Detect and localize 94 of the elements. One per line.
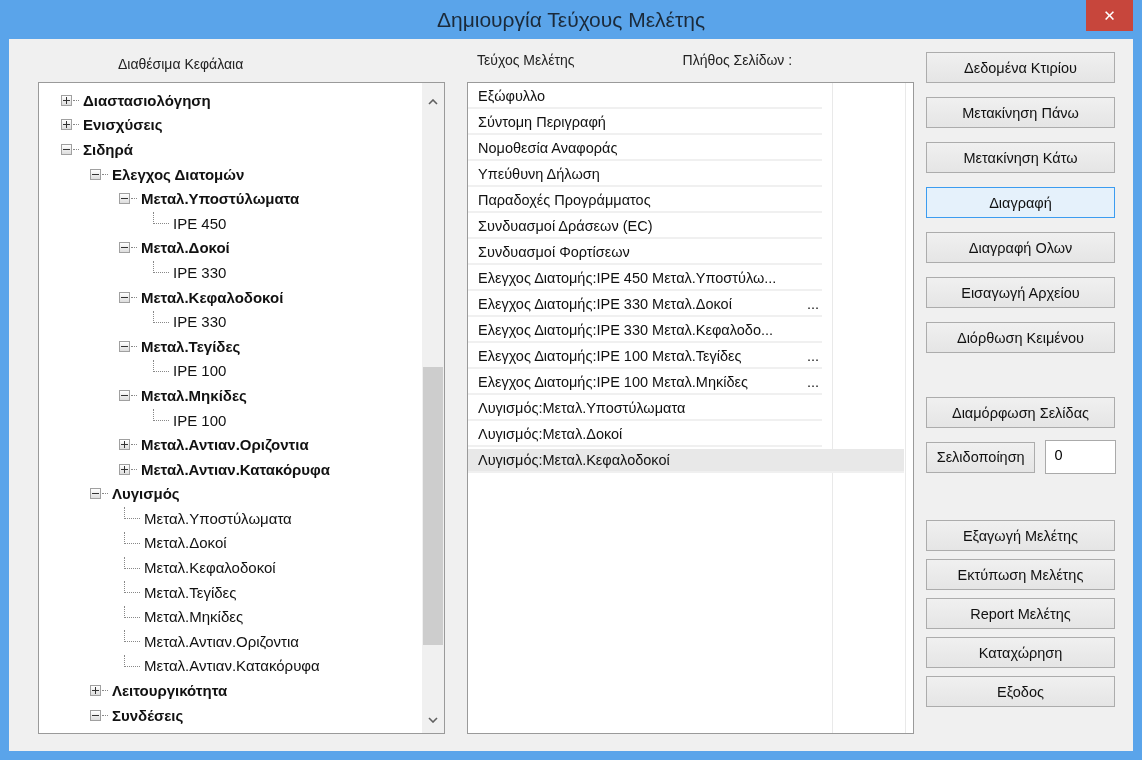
- collapse-icon[interactable]: [119, 193, 130, 205]
- vertical-scrollbar[interactable]: [422, 83, 444, 733]
- tree-item[interactable]: Μεταλ.Μηκίδες: [141, 386, 247, 404]
- button[interactable]: Καταχώρηση: [926, 637, 1115, 668]
- page-number-field[interactable]: 0: [1045, 440, 1116, 474]
- tree-item[interactable]: Ελεγχος Διατομών: [112, 165, 245, 183]
- list-row[interactable]: Λυγισμός:Μεταλ.Υποστύλωματα: [468, 397, 822, 421]
- ellipsis-text: ...: [807, 374, 820, 390]
- expand-icon[interactable]: [119, 463, 130, 475]
- button[interactable]: Διόρθωση Κειμένου: [926, 322, 1115, 353]
- close-button[interactable]: ✕: [1086, 0, 1133, 31]
- list-row[interactable]: Ελεγχος Διατομής:IPE 330 Μεταλ.Δοκοί ...: [468, 293, 822, 317]
- button[interactable]: Μετακίνηση Κάτω: [926, 142, 1115, 173]
- expand-icon[interactable]: [90, 685, 101, 697]
- tree-item[interactable]: Μεταλ.Δοκοί: [141, 239, 230, 257]
- button[interactable]: Report Μελέτης: [926, 598, 1115, 629]
- tree-item[interactable]: Σιδηρά: [83, 141, 133, 158]
- button[interactable]: Εξοδος: [926, 676, 1115, 707]
- tree-item[interactable]: Μεταλ.Τεγίδες: [141, 337, 241, 355]
- collapse-icon[interactable]: [90, 709, 101, 721]
- tree-item[interactable]: IPE 330: [173, 263, 227, 281]
- page-count-label: Πλήθος Σελίδων :: [682, 52, 793, 70]
- tree-connector-icon: [124, 581, 140, 594]
- tree-connector-icon: [153, 212, 169, 225]
- tree-item[interactable]: Μεταλ.Αντιαν.Κατακόρυφα: [141, 460, 331, 478]
- tree-item[interactable]: Μεταλ.Μηκίδες: [144, 608, 244, 626]
- collapse-icon[interactable]: [119, 389, 130, 401]
- collapse-icon[interactable]: [119, 242, 130, 254]
- button[interactable]: Μετακίνηση Πάνω: [926, 97, 1115, 128]
- list-row[interactable]: Ελεγχος Διατομής:IPE 100 Μεταλ.Τεγίδες ...: [468, 345, 822, 369]
- tree-item[interactable]: Μεταλ.Κεφαλοδοκοί: [141, 288, 284, 306]
- tree-item[interactable]: Ενισχύσεις: [83, 116, 163, 134]
- collapse-icon[interactable]: [90, 168, 101, 180]
- tree-item[interactable]: Μεταλ.Δοκοί: [144, 534, 227, 552]
- tree-item[interactable]: IPE 330: [173, 313, 227, 331]
- list-row[interactable]: Σύντομη Περιγραφή: [468, 111, 822, 135]
- tree-item[interactable]: Μεταλ.Τεγίδες: [144, 583, 237, 601]
- tree-connector-icon: [124, 556, 140, 569]
- ellipsis-text: ...: [807, 348, 820, 364]
- button[interactable]: Διαγραφή Ολων: [926, 232, 1115, 263]
- tree-item[interactable]: IPE 100: [173, 362, 227, 380]
- scroll-down-icon[interactable]: [428, 717, 438, 723]
- tree-item[interactable]: Συνδέσεις: [112, 706, 184, 724]
- expand-icon[interactable]: [119, 439, 130, 451]
- tree-connector-icon: [124, 532, 140, 544]
- list-row[interactable]: Ελεγχος Διατομής:IPE 100 Μεταλ.Μηκίδες ...: [468, 371, 822, 395]
- tree-connector-icon: [153, 409, 169, 421]
- tree-item[interactable]: Μεταλ.Υποστύλωματα: [144, 509, 292, 527]
- expand-icon[interactable]: [61, 94, 72, 106]
- expand-icon[interactable]: [61, 119, 72, 131]
- tree-item[interactable]: Μεταλ.Αντιαν.Οριζοντια: [141, 436, 309, 454]
- list-row[interactable]: Λυγισμός:Μεταλ.Δοκοί: [468, 423, 822, 447]
- tree-item[interactable]: Λυγισμός: [112, 485, 180, 503]
- collapse-icon[interactable]: [61, 144, 72, 155]
- window-title: Δημιουργία Τεύχους Μελέτης: [436, 7, 706, 32]
- button[interactable]: Διαγραφή: [926, 187, 1115, 218]
- list-heading: Τεύχος Μελέτης: [477, 52, 575, 70]
- ellipsis-text: ...: [807, 296, 820, 312]
- tree-connector-icon: [124, 507, 140, 520]
- button[interactable]: Διαμόρφωση Σελίδας: [926, 397, 1115, 428]
- tree-connector-icon: [153, 359, 169, 372]
- tree-item[interactable]: Μεταλ.Αντιαν.Οριζοντια: [144, 632, 299, 650]
- list-row[interactable]: Εξώφυλλο: [468, 85, 822, 109]
- list-row[interactable]: Συνδυασμοί Φορτίσεων: [468, 241, 822, 265]
- list-row[interactable]: Συνδυασμοί Δράσεων (EC): [468, 215, 822, 239]
- button[interactable]: Εκτύπωση Μελέτης: [926, 559, 1115, 590]
- button[interactable]: Δεδομένα Κτιρίου: [926, 52, 1115, 83]
- scroll-up-icon[interactable]: [428, 99, 438, 105]
- tree-connector-icon: [153, 261, 169, 274]
- tree-item[interactable]: IPE 450: [173, 214, 227, 232]
- list-row[interactable]: Παραδοχές Προγράμματος: [468, 189, 822, 213]
- button[interactable]: Σελιδοποίηση: [926, 441, 1036, 473]
- collapse-icon[interactable]: [119, 291, 130, 303]
- tree-item[interactable]: Διαστασιολόγηση: [83, 91, 211, 109]
- collapse-icon[interactable]: [119, 340, 130, 352]
- list-row[interactable]: Ελεγχος Διατομής:IPE 450 Μεταλ.Υποστύλω...: [468, 267, 822, 291]
- tree-connector-icon: [153, 310, 169, 323]
- tree-connector-icon: [124, 654, 140, 667]
- tree-connector-icon: [124, 630, 140, 643]
- tree-item[interactable]: Μεταλ.Κεφαλοδοκοί: [144, 559, 276, 577]
- tree-item[interactable]: IPE 100: [173, 411, 227, 429]
- button[interactable]: Εισαγωγή Αρχείου: [926, 277, 1115, 308]
- list-row[interactable]: Ελεγχος Διατομής:IPE 330 Μεταλ.Κεφαλοδο...: [468, 319, 822, 343]
- tree-heading: Διαθέσιμα Κεφάλαια: [117, 55, 245, 74]
- collapse-icon[interactable]: [90, 488, 101, 500]
- button[interactable]: Εξαγωγή Μελέτης: [926, 520, 1115, 551]
- tree-item[interactable]: Λειτουργικότητα: [112, 682, 228, 700]
- tree-item[interactable]: Μεταλ.Αντιαν.Κατακόρυφα: [144, 657, 320, 675]
- list-row[interactable]: Υπεύθυνη Δήλωση: [468, 163, 822, 187]
- tree-item[interactable]: Μεταλ.Υποστύλωματα: [141, 190, 300, 208]
- list-row[interactable]: Λυγισμός:Μεταλ.Κεφαλοδοκοί: [468, 449, 904, 473]
- tree-connector-icon: [124, 605, 140, 618]
- list-row[interactable]: Νομοθεσία Αναφοράς: [468, 137, 822, 161]
- scroll-thumb[interactable]: [423, 367, 443, 645]
